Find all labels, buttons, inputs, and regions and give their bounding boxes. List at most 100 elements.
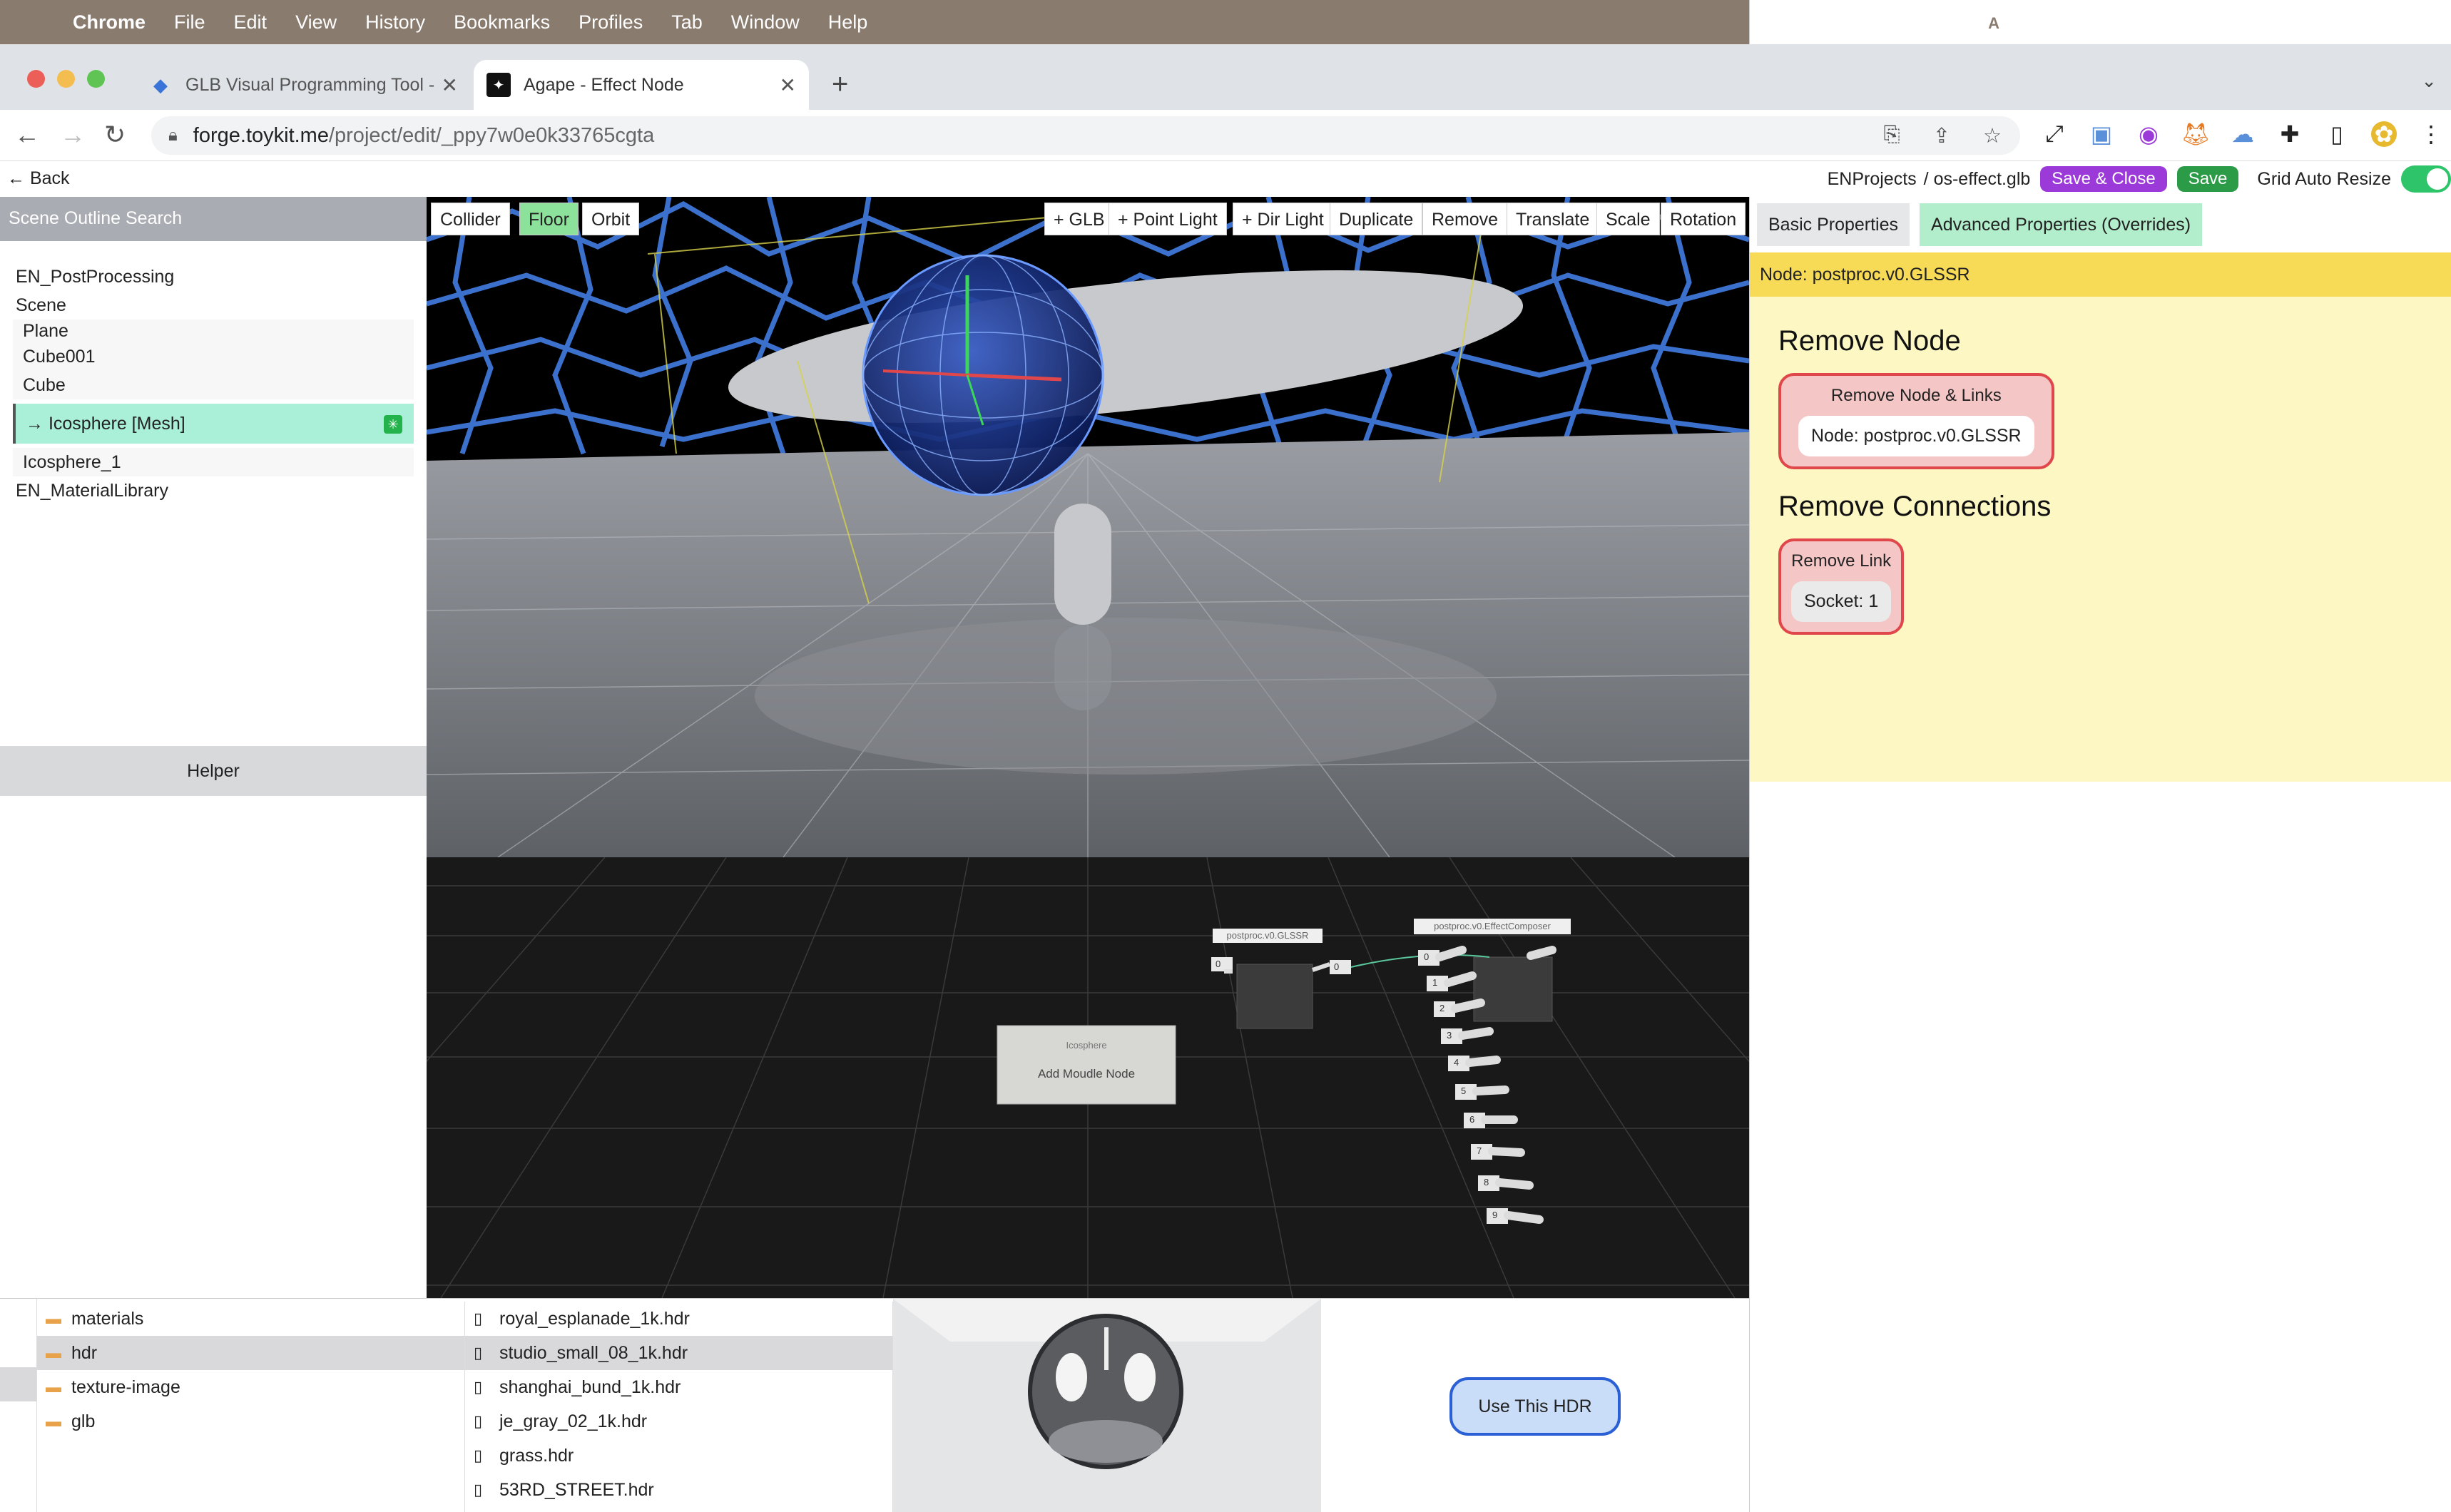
- remove-node-card[interactable]: Remove Node & Links Node: postproc.v0.GL…: [1778, 373, 2054, 469]
- project-link[interactable]: ENProjects: [1828, 169, 1917, 190]
- install-app-icon[interactable]: ⎘: [1883, 123, 1900, 148]
- tree-item-icosphere-selected[interactable]: → Icosphere [Mesh] ✳: [13, 404, 414, 444]
- tree-item-cube001[interactable]: Cube001: [13, 342, 414, 371]
- vpn-icon[interactable]: ◉: [1863, 11, 1900, 34]
- metamask-fox-icon[interactable]: 🦊︎: [2181, 121, 2211, 147]
- folder-texture-image[interactable]: ▬ texture-image: [37, 1370, 464, 1404]
- tree-item-en-postprocessing[interactable]: EN_PostProcessing: [13, 262, 414, 291]
- menu-help[interactable]: Help: [828, 11, 868, 34]
- scale-button[interactable]: Scale: [1596, 203, 1660, 235]
- menu-window[interactable]: Window: [731, 11, 800, 34]
- tree-item-icosphere-1[interactable]: Icosphere_1: [13, 448, 414, 476]
- node-graph-editor[interactable]: postproc.v0.GLSSR postproc.v0.EffectComp…: [427, 857, 1749, 1298]
- composer-socket-1[interactable]: 1: [1432, 977, 1437, 988]
- menu-bookmarks[interactable]: Bookmarks: [454, 11, 550, 34]
- folder-glb[interactable]: ▬ glb: [37, 1404, 464, 1439]
- glssr-output-socket[interactable]: 0: [1334, 961, 1339, 972]
- menu-profiles[interactable]: Profiles: [579, 11, 643, 34]
- close-window-button[interactable]: [27, 70, 45, 88]
- glssr-input-socket[interactable]: 0: [1216, 959, 1221, 969]
- umbrella-icon[interactable]: ☂: [1900, 11, 1938, 34]
- menu-history[interactable]: History: [365, 11, 425, 34]
- menu-file[interactable]: File: [174, 11, 205, 34]
- 3d-viewport[interactable]: Collider Floor Orbit + GLB + Point Light…: [427, 197, 1749, 857]
- effectcomposer-node-title[interactable]: postproc.v0.EffectComposer: [1414, 919, 1571, 934]
- tab-search-chevron-icon[interactable]: ⌄: [2421, 70, 2437, 92]
- forward-arrow-icon[interactable]: →: [60, 120, 86, 150]
- sidebar-icon[interactable]: ▯: [2324, 121, 2350, 147]
- fullscreen-extension-icon[interactable]: ⤢: [2042, 121, 2067, 147]
- add-glb-button[interactable]: + GLB: [1044, 203, 1114, 235]
- tree-item-cube[interactable]: Cube: [13, 371, 414, 399]
- remove-link-card[interactable]: Remove Link Socket: 1: [1778, 538, 1905, 635]
- tree-item-en-materiallibrary[interactable]: EN_MaterialLibrary: [13, 476, 414, 505]
- folder-materials[interactable]: ▬ materials: [37, 1302, 464, 1336]
- battery-icon[interactable]: ▭: [2088, 11, 2126, 34]
- browser-tab-agape[interactable]: ✦ Agape - Effect Node ✕: [474, 60, 809, 110]
- menu-view[interactable]: View: [295, 11, 337, 34]
- siri-icon[interactable]: ●: [2238, 11, 2276, 34]
- lock-icon[interactable]: 🔒︎: [168, 126, 178, 145]
- file-53rd-street[interactable]: ▯ 53RD_STREET.hdr: [465, 1473, 892, 1507]
- glasses-icon[interactable]: ⌓: [1788, 11, 1825, 34]
- floor-button[interactable]: Floor: [519, 203, 579, 235]
- file-grass[interactable]: ▯ grass.hdr: [465, 1439, 892, 1473]
- maximize-window-button[interactable]: [87, 70, 105, 88]
- add-point-light-button[interactable]: + Point Light: [1109, 203, 1227, 235]
- composer-socket-4[interactable]: 4: [1454, 1057, 1459, 1068]
- folder-hdr[interactable]: ▬ hdr: [37, 1336, 464, 1370]
- keyboard-input-icon[interactable]: A: [1975, 11, 2013, 34]
- file-royal-esplanade[interactable]: ▯ royal_esplanade_1k.hdr: [465, 1302, 892, 1336]
- minimize-window-button[interactable]: [57, 70, 75, 88]
- composer-socket-3[interactable]: 3: [1447, 1030, 1452, 1041]
- location-icon[interactable]: ➤: [1750, 11, 1788, 34]
- screenshot-extension-icon[interactable]: ▣: [2089, 121, 2114, 147]
- back-arrow-icon[interactable]: ←: [14, 120, 40, 150]
- composer-socket-5[interactable]: 5: [1461, 1086, 1466, 1096]
- cloud-icon[interactable]: ☁: [2012, 11, 2050, 34]
- save-close-button[interactable]: Save & Close: [2040, 166, 2167, 192]
- duplicate-button[interactable]: Duplicate: [1330, 203, 1423, 235]
- composer-socket-9[interactable]: 9: [1492, 1210, 1497, 1220]
- close-tab-icon[interactable]: ✕: [780, 73, 796, 97]
- remove-button[interactable]: Remove: [1422, 203, 1508, 235]
- helper-section[interactable]: Helper: [0, 746, 427, 796]
- profile-avatar[interactable]: ✿: [2371, 121, 2397, 147]
- tree-item-plane[interactable]: Plane: [13, 320, 414, 342]
- cloud-extension-icon[interactable]: ☁: [2230, 121, 2256, 147]
- composer-socket-8[interactable]: 8: [1484, 1177, 1489, 1187]
- bookmark-star-icon[interactable]: ☆: [1983, 123, 2002, 148]
- composer-socket-7[interactable]: 7: [1477, 1145, 1482, 1156]
- spotlight-search-icon[interactable]: ⌕: [2163, 11, 2201, 34]
- tab-basic-properties[interactable]: Basic Properties: [1757, 203, 1910, 246]
- wifi-icon[interactable]: ≋: [2125, 11, 2163, 34]
- menu-clock[interactable]: Mon Dec 5 5:51 PM: [2290, 0, 2430, 44]
- orbit-button[interactable]: Orbit: [582, 203, 640, 235]
- tab-advanced-properties[interactable]: Advanced Properties (Overrides): [1920, 203, 2203, 246]
- wechat-icon[interactable]: ◎: [1825, 11, 1863, 34]
- bluetooth-icon[interactable]: ᛒ: [2050, 11, 2088, 34]
- scene-outline-search[interactable]: Scene Outline Search: [0, 197, 427, 241]
- remove-link-socket-button[interactable]: Socket: 1: [1791, 581, 1892, 622]
- address-bar[interactable]: 🔒︎ forge.toykit.me/project/edit/_ppy7w0e…: [151, 116, 2020, 155]
- kebab-menu-icon[interactable]: ⋮: [2418, 121, 2444, 147]
- puzzle-extensions-icon[interactable]: ✚: [2277, 121, 2303, 147]
- control-center-icon[interactable]: ☰: [2201, 11, 2238, 34]
- back-link[interactable]: ← Back: [7, 168, 70, 189]
- use-this-hdr-button[interactable]: Use This HDR: [1449, 1377, 1621, 1436]
- browser-tab-glb-tool[interactable]: ◆ GLB Visual Programming Tool - ✕: [136, 60, 471, 110]
- rotation-button[interactable]: Rotation: [1661, 203, 1746, 235]
- menu-tab[interactable]: Tab: [671, 11, 703, 34]
- glssr-node-title[interactable]: postproc.v0.GLSSR: [1213, 929, 1323, 943]
- add-dir-light-button[interactable]: + Dir Light: [1233, 203, 1333, 235]
- grid-auto-resize-toggle[interactable]: [2401, 165, 2451, 193]
- file-shanghai-bund[interactable]: ▯ shanghai_bund_1k.hdr: [465, 1370, 892, 1404]
- mute-icon[interactable]: 🔇︎: [1937, 11, 1975, 34]
- tree-item-scene[interactable]: Scene: [13, 291, 414, 320]
- new-tab-icon[interactable]: +: [832, 68, 848, 101]
- reload-icon[interactable]: ↻: [104, 120, 126, 150]
- file-je-gray[interactable]: ▯ je_gray_02_1k.hdr: [465, 1404, 892, 1439]
- close-tab-icon[interactable]: ✕: [442, 73, 458, 97]
- add-child-icon[interactable]: ✳: [384, 415, 402, 434]
- composer-socket-2[interactable]: 2: [1439, 1003, 1444, 1013]
